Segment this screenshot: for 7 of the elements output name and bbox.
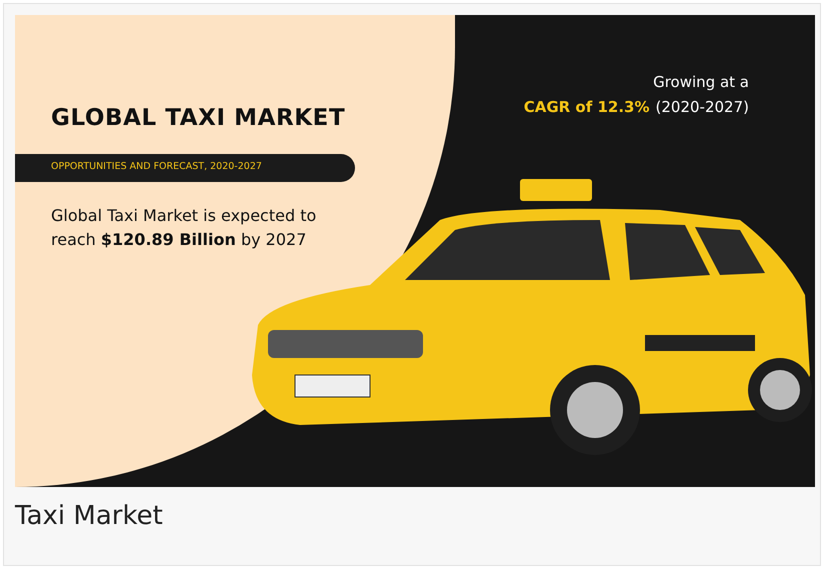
subtitle-bar: OPPORTUNITIES AND FORECAST, 2020-2027 — [15, 154, 355, 182]
banner-title: GLOBAL TAXI MARKET — [50, 104, 346, 133]
image-caption: Taxi Market — [15, 500, 164, 533]
market-description: Global Taxi Market is expected to reach $120.89 Billion by 2027 — [51, 204, 318, 250]
growth-label: Growing at a — [653, 72, 749, 93]
growth-period: (2020-2027) — [656, 96, 749, 118]
cagr-highlight: CAGR of 12.3% — [524, 96, 650, 118]
